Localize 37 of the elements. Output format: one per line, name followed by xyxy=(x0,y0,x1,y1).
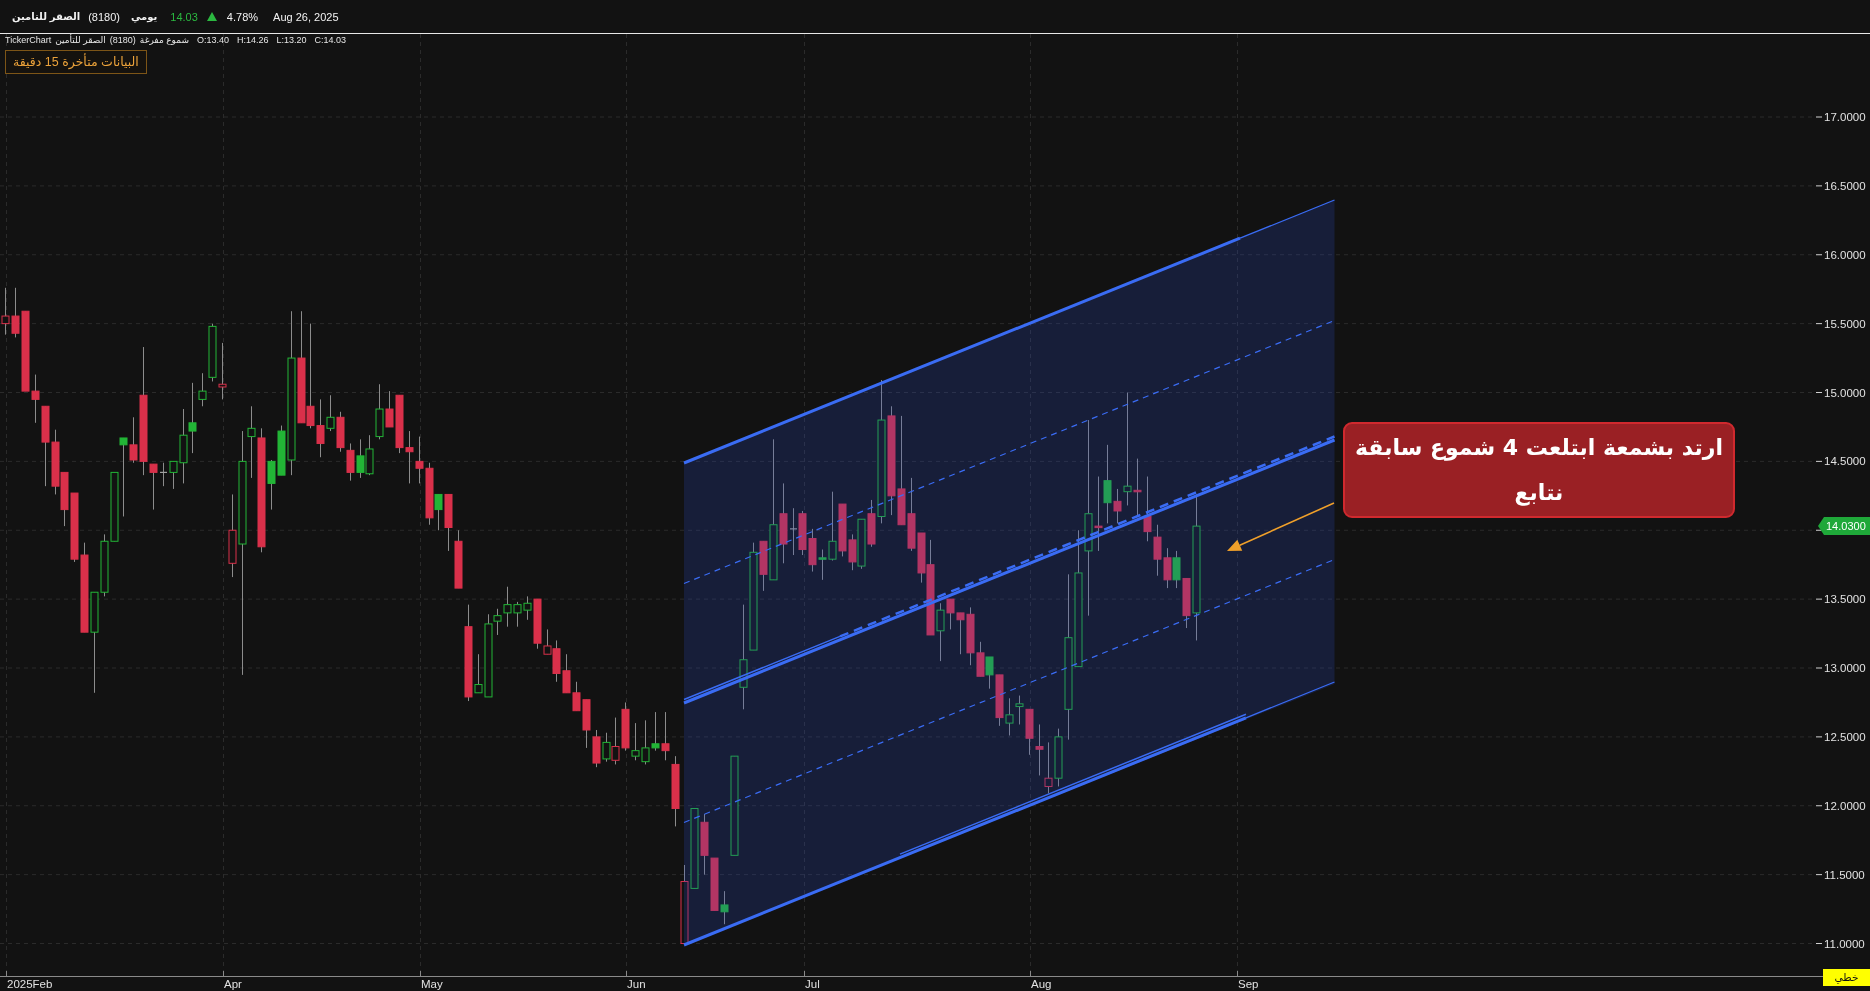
chart-source: TickerChart xyxy=(5,34,52,47)
annotation-text: ارتد بشمعة ابتلعت 4 شموع سابقة نتابع xyxy=(1355,434,1723,508)
instrument-name: الصقر للتأمين xyxy=(55,34,106,47)
symbol-code: (8180) xyxy=(109,34,136,47)
ohlc-value: L:13.20 xyxy=(276,34,307,47)
symbol-code: (8180) xyxy=(88,10,120,23)
delay-notice: البيانات متأخرة 15 دقيقة xyxy=(5,50,147,74)
period-label: يومي xyxy=(131,11,158,22)
date-label: Aug 26, 2025 xyxy=(273,10,339,23)
price-axis-label: 16.5000 xyxy=(1824,179,1866,192)
price-axis-label: 11.5000 xyxy=(1824,868,1865,881)
price-axis-label: 13.5000 xyxy=(1824,593,1866,606)
price-axis-label: 12.0000 xyxy=(1824,799,1866,812)
time-axis-label: May xyxy=(421,978,443,990)
scale-mode-button[interactable]: خطي xyxy=(1823,969,1870,986)
price-axis-label: 11.0000 xyxy=(1824,937,1865,950)
price-axis-label: 17.0000 xyxy=(1824,111,1866,123)
price-axis-label: 16.0000 xyxy=(1824,248,1866,261)
ohlc-value: H:14.26 xyxy=(237,34,269,47)
chart-type-label: شموع مفرغة xyxy=(139,34,189,47)
ohlc-value: C:14.03 xyxy=(314,34,347,47)
price-axis-label: 14.5000 xyxy=(1824,455,1866,468)
time-axis-label: Jul xyxy=(805,978,820,990)
change-percent: 4.78% xyxy=(226,10,259,23)
time-axis-label: 2025Feb xyxy=(7,978,53,990)
last-price-badge: 14.0300 xyxy=(1818,517,1870,536)
price-axis-label: 15.5000 xyxy=(1824,317,1866,330)
price-axis-label: 13.0000 xyxy=(1824,662,1866,674)
time-axis-label: Aug xyxy=(1031,978,1052,990)
price-axis-label: 15.0000 xyxy=(1824,386,1866,399)
time-axis-label: Sep xyxy=(1238,978,1259,990)
time-axis-label: Jun xyxy=(627,978,646,990)
time-axis-label: Apr xyxy=(224,978,242,990)
company-name: الصقر للتامين xyxy=(12,11,81,22)
price-axis-label: 12.5000 xyxy=(1824,730,1866,743)
last-price: 14.03 xyxy=(170,10,198,23)
ohlc-value: O:13.40 xyxy=(197,34,229,47)
